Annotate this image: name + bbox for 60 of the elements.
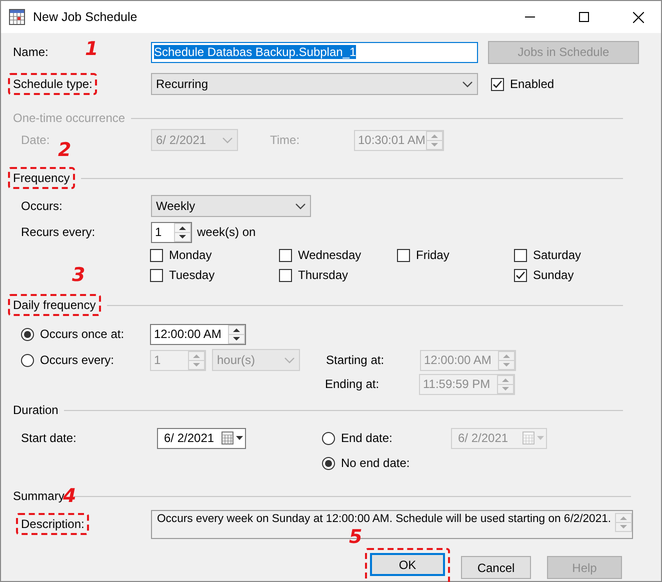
spin-arrows-icon[interactable] xyxy=(228,324,245,344)
no-end-date-radio[interactable]: No end date: xyxy=(322,456,410,470)
day-checkbox[interactable]: Thursday xyxy=(279,268,397,282)
radio-button[interactable] xyxy=(21,328,34,340)
close-icon xyxy=(632,12,644,22)
day-checkbox[interactable]: Sunday xyxy=(514,268,634,282)
field-label: Date: xyxy=(21,133,50,147)
dialog-button[interactable]: OK xyxy=(370,553,445,576)
field-label: Time: xyxy=(270,133,300,147)
chevron-down-icon xyxy=(284,356,295,364)
chevron-down-icon xyxy=(222,136,233,144)
checkbox[interactable] xyxy=(150,248,163,262)
checkbox[interactable] xyxy=(514,268,527,282)
section-title: Summary xyxy=(13,489,64,503)
chevron-down-icon xyxy=(462,80,473,88)
section-title: Duration xyxy=(13,403,58,417)
field-label: Recurs every: xyxy=(21,225,96,239)
checkbox[interactable] xyxy=(279,248,292,262)
calendar-grid-icon xyxy=(9,9,25,25)
annotation-number: 4 xyxy=(63,485,76,507)
dialog-button[interactable]: Cancel xyxy=(461,556,531,579)
day-checkbox[interactable]: Tuesday xyxy=(150,268,279,282)
schedule-type-dropdown[interactable]: Recurring xyxy=(151,73,478,95)
checkbox[interactable] xyxy=(397,248,410,262)
enabled-checkbox[interactable]: Enabled xyxy=(491,77,554,91)
checkbox[interactable] xyxy=(279,268,292,282)
occurs-dropdown[interactable]: Weekly xyxy=(151,195,311,217)
time-field[interactable]: 12:00:00 AM xyxy=(150,324,246,344)
unit-label: week(s) on xyxy=(197,225,256,239)
radio-button[interactable] xyxy=(322,456,335,470)
spin-arrows-icon[interactable] xyxy=(174,222,191,242)
field-label: Starting at: xyxy=(326,353,384,367)
name-field[interactable]: Schedule Databas Backup.Subplan_1 xyxy=(151,42,478,62)
calendar-icon[interactable] xyxy=(221,431,245,445)
field-label: Schedule type: xyxy=(8,73,98,95)
maximize-icon xyxy=(579,12,589,22)
annotation-number: 5 xyxy=(349,526,362,548)
checkbox[interactable] xyxy=(150,268,163,282)
field-label: Occurs: xyxy=(21,199,62,213)
day-checkbox[interactable]: Wednesday xyxy=(279,248,397,262)
day-checkbox[interactable]: Saturday xyxy=(514,248,634,262)
field-label: Start date: xyxy=(21,431,76,445)
field-label: Ending at: xyxy=(325,377,380,391)
annotation-number: 1 xyxy=(85,38,98,60)
annotation-number: 3 xyxy=(72,264,86,286)
checkbox[interactable] xyxy=(491,78,504,90)
recurs-every-spinner[interactable]: 1 xyxy=(151,222,192,242)
end-date-radio[interactable]: End date: xyxy=(322,431,451,445)
date-picker[interactable]: 6/ 2/2021 xyxy=(157,428,246,448)
occurs-once-radio[interactable]: Occurs once at: xyxy=(21,327,150,341)
annotation-number: 2 xyxy=(58,139,72,161)
section-title: One-time occurrence xyxy=(13,111,126,125)
window-title: New Job Schedule xyxy=(33,10,138,24)
radio-button[interactable] xyxy=(322,432,335,444)
field-label: Name: xyxy=(13,45,48,59)
field-label: Description: xyxy=(16,513,90,535)
day-checkbox[interactable]: Monday xyxy=(150,248,279,262)
checkbox[interactable] xyxy=(514,248,527,262)
chevron-down-icon xyxy=(295,202,306,210)
day-checkbox[interactable]: Friday xyxy=(397,248,514,262)
